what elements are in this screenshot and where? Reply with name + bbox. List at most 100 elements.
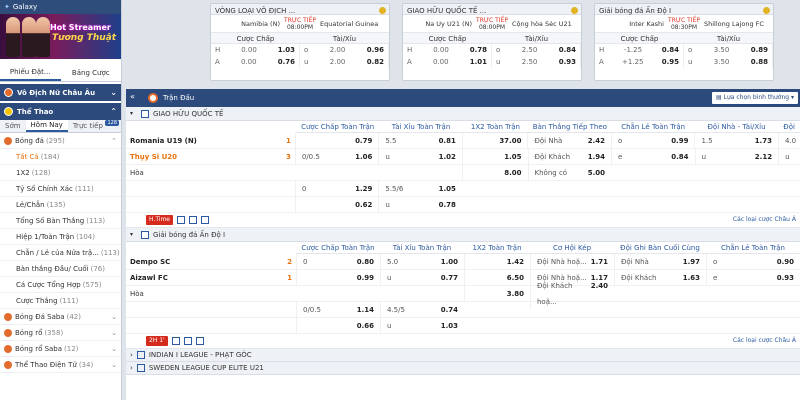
favorite-star-icon[interactable] xyxy=(379,7,386,14)
odds-cell: 4.0 xyxy=(777,132,800,149)
league-header[interactable]: ▾ GIAO HỮU QUỐC TẾ xyxy=(126,107,800,121)
odds-cell[interactable]: u 1.03 xyxy=(380,317,464,334)
odds-cell[interactable]: o 3.50 0.89 xyxy=(684,44,773,56)
odds-cell[interactable]: 37.00 xyxy=(461,132,528,149)
odds-cell[interactable]: 0/0.5 1.14 xyxy=(296,301,380,318)
odds-cell[interactable]: Không có 5.00 xyxy=(527,164,612,181)
sidebar-market-4[interactable]: Lẻ/Chẵn (135) xyxy=(0,197,121,213)
odds-cell[interactable]: H 0.00 0.78 xyxy=(403,44,492,56)
sidebar-market-2[interactable]: 1X2 (128) xyxy=(0,165,121,181)
tab-live[interactable]: Trực tiếp xyxy=(68,120,108,132)
odds-cell[interactable]: Đội Nhà 1.97 xyxy=(614,253,706,270)
sidebar-sport-0[interactable]: Bóng Đá Saba (42) ⌄ xyxy=(0,309,121,325)
sidebar-market-7[interactable]: Chẵn / Lẻ của Nửa trậ... (113) xyxy=(0,245,121,261)
odds-cell[interactable]: Đội Khách hoặ... 2.40 xyxy=(530,277,614,310)
odds-cell[interactable]: H -1.25 0.84 xyxy=(595,44,684,56)
sidebar-sport-1[interactable]: Bóng rổ (358) ⌄ xyxy=(0,325,121,341)
expand-triangle-icon[interactable]: › xyxy=(130,364,133,372)
sort-select[interactable]: ▤ Lựa chọn bình thường ▾ xyxy=(712,92,798,104)
odds-cell[interactable]: H 0.00 1.03 xyxy=(211,44,300,56)
odds-cell[interactable]: 0.62 xyxy=(294,196,379,213)
more-markets-link[interactable]: Các loại cược Châu Á xyxy=(733,216,796,223)
odds-cell[interactable]: A 0.00 1.01 xyxy=(403,56,492,68)
sidebar-market-1[interactable]: Tất Cả (184) xyxy=(0,149,121,165)
odds-cell[interactable]: 0.66 xyxy=(296,317,380,334)
collapsed-league[interactable]: › INDIAN I LEAGUE - PHẠT GÓC xyxy=(126,349,800,362)
odds-cell[interactable]: 5.5/6 1.05 xyxy=(378,180,462,197)
tab-bet-slip[interactable]: Phiếu Đặt... xyxy=(0,65,61,81)
chevron-down-icon: ⌄ xyxy=(111,312,117,321)
featured-match-card[interactable]: GIAO HỮU QUỐC TẾ ... Na Uy U21 (N) TRỰC TI… xyxy=(402,3,582,81)
featured-match-card[interactable]: Giải bóng đá Ấn Độ I Inter Kashi TRỰC TIẾP… xyxy=(594,3,774,81)
tv-icon[interactable] xyxy=(183,337,192,345)
featured-match-card[interactable]: VÒNG LOẠI VÔ ĐỊCH ... Namibia (N) TRỰC TIẾ… xyxy=(210,3,390,81)
odds-cell[interactable]: u 0.78 xyxy=(378,196,462,213)
odds-line: u xyxy=(385,152,390,161)
odds-cell[interactable]: o 2.00 0.96 xyxy=(300,44,389,56)
tab-bet-list[interactable]: Bảng Cược xyxy=(61,65,122,81)
galaxy-bar[interactable]: ✦ Galaxy xyxy=(0,0,121,14)
live-tracker-icon[interactable] xyxy=(201,216,209,224)
odds-cell[interactable]: 6.50 xyxy=(464,269,530,286)
odds-cell[interactable]: 0.79 xyxy=(294,132,379,149)
odds-cell[interactable]: 5.0 1.00 xyxy=(380,253,464,270)
odds-cell[interactable]: o 0.90 xyxy=(706,253,800,270)
tab-today[interactable]: Hôm Nay xyxy=(25,120,68,132)
team-score: 1 xyxy=(285,136,291,145)
sidebar-sport-2[interactable]: Bóng rổ Saba (12) ⌄ xyxy=(0,341,121,357)
odds-cell[interactable]: 0/0.5 1.06 xyxy=(294,148,379,165)
odds-cell[interactable]: u 1.02 xyxy=(378,148,462,165)
tab-early[interactable]: Sớm xyxy=(0,120,26,132)
odds-cell[interactable]: u 3.50 0.88 xyxy=(684,56,773,68)
sidebar-market-8[interactable]: Bàn thắng Đầu/ Cuối (76) xyxy=(0,261,121,277)
odds-cell[interactable]: 1.5 1.73 xyxy=(694,132,778,149)
sidebar-market-9[interactable]: Cá Cược Tổng Hợp (575) xyxy=(0,277,121,293)
odds-side: H xyxy=(407,46,413,54)
odds-cell[interactable]: Đội Khách 1.94 xyxy=(527,148,612,165)
odds-cell[interactable]: u 2.50 0.93 xyxy=(492,56,581,68)
odds-cell[interactable]: 4.5/5 0.74 xyxy=(380,301,464,318)
odds-cell[interactable]: 8.00 xyxy=(461,164,528,181)
sidebar-market-3[interactable]: Tỷ Số Chính Xác (111) xyxy=(0,181,121,197)
section-sports[interactable]: Thể Thao ⌃ xyxy=(0,103,121,120)
odds-cell[interactable]: u 2.12 xyxy=(694,148,779,165)
sidebar-market-5[interactable]: Tổng Số Bàn Thắng (113) xyxy=(0,213,121,229)
odds-cell[interactable]: A 0.00 0.76 xyxy=(211,56,300,68)
tv-icon[interactable] xyxy=(189,216,197,224)
odds-cell[interactable]: 5.5 0.81 xyxy=(378,132,462,149)
odds-cell[interactable]: o 0.99 xyxy=(610,132,695,149)
odds-cell[interactable]: Đội Nhà 2.42 xyxy=(527,132,611,149)
odds-cell[interactable]: o 2.50 0.84 xyxy=(492,44,581,56)
odds-cell[interactable]: 0.99 xyxy=(296,269,380,286)
odds-cell[interactable]: 0 1.29 xyxy=(294,180,379,197)
favorite-star-icon[interactable] xyxy=(571,7,578,14)
live-tracker-icon[interactable] xyxy=(195,337,204,345)
odds-cell[interactable]: e 0.93 xyxy=(706,269,800,286)
stats-icon[interactable] xyxy=(177,216,185,224)
favorite-star-icon[interactable] xyxy=(763,7,770,14)
collapsed-league[interactable]: › SWEDEN LEAGUE CUP ELITE U21 xyxy=(126,362,800,375)
sidebar-sport-3[interactable]: Thể Thao Điện Tử (34) ⌄ xyxy=(0,357,121,373)
odds-cell[interactable]: 1.42 xyxy=(464,253,530,270)
odds-cell[interactable]: A +1.25 0.95 xyxy=(595,56,684,68)
odds-cell[interactable]: 3.80 xyxy=(464,285,530,302)
odds-cell[interactable]: Đội Khách 1.63 xyxy=(614,269,706,286)
collapse-triangle-icon[interactable]: ▾ xyxy=(130,231,133,238)
expand-triangle-icon[interactable]: › xyxy=(130,351,133,359)
more-markets-link[interactable]: Các loại cược Châu Á xyxy=(733,337,796,344)
stats-icon[interactable] xyxy=(171,337,180,345)
sidebar-market-6[interactable]: Hiệp 1/Toàn Trận (104) xyxy=(0,229,121,245)
odds-cell[interactable]: u 0.77 xyxy=(380,269,464,286)
league-header[interactable]: ▾ Giải bóng đá Ấn Độ I xyxy=(126,228,800,242)
sidebar-market-0[interactable]: Bóng đá (295) ⌃ xyxy=(0,133,121,149)
sidebar-market-10[interactable]: Cược Thắng (111) xyxy=(0,293,121,309)
odds-cell[interactable]: 1.05 xyxy=(461,148,528,165)
odds-cell[interactable]: 0 0.80 xyxy=(296,253,380,270)
collapse-triangle-icon[interactable]: ▾ xyxy=(130,110,133,117)
section-womens-euro[interactable]: Vô Địch Nữ Châu Âu ⌄ xyxy=(0,84,121,101)
collapse-arrows-icon[interactable]: « xyxy=(130,92,135,101)
odds-cell[interactable]: e 0.84 xyxy=(611,148,695,165)
promo-banner[interactable]: Hot Streamer Tương Thuật xyxy=(0,14,121,59)
odds-cell[interactable]: u 2.00 0.82 xyxy=(300,56,389,68)
odds-cell[interactable]: Đội Nhà hoặ... 1.71 xyxy=(530,253,614,270)
